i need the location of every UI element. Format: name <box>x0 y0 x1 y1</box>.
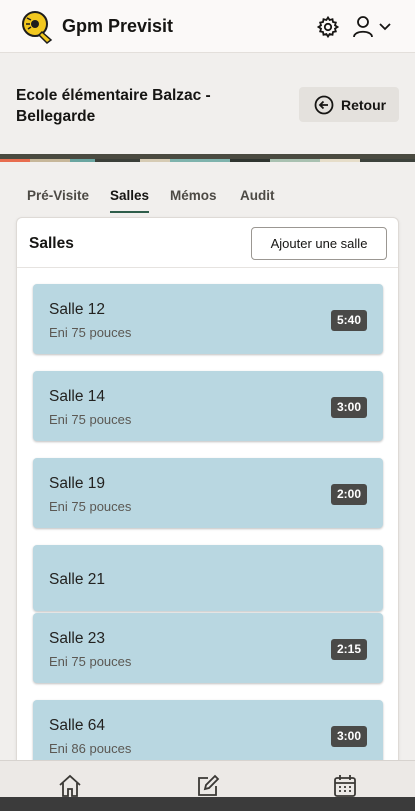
tab-audit[interactable]: Audit <box>240 188 275 211</box>
tab-memos[interactable]: Mémos <box>170 188 217 211</box>
room-name: Salle 19 <box>49 475 106 492</box>
home-icon[interactable] <box>57 773 83 799</box>
user-icon[interactable] <box>352 15 374 39</box>
back-button[interactable]: Retour <box>299 87 399 122</box>
tab-bar: Pré-Visite Salles Mémos Audit <box>0 182 415 216</box>
calendar-icon[interactable] <box>332 773 358 799</box>
duration-badge: 3:00 <box>330 397 367 418</box>
rooms-panel-title: Salles <box>29 235 74 252</box>
chevron-down-icon[interactable] <box>378 22 392 32</box>
banner-pattern <box>0 159 415 162</box>
add-room-button[interactable]: Ajouter une salle <box>251 227 387 260</box>
duration-badge: 3:00 <box>330 726 367 747</box>
room-item[interactable]: Salle 14 Eni 75 pouces 3:00 <box>33 371 383 441</box>
room-subtitle: Eni 75 pouces <box>49 412 132 427</box>
rooms-panel: Salles Ajouter une salle Salle 12 Eni 75… <box>16 217 399 777</box>
tab-pre-visite[interactable]: Pré-Visite <box>27 188 89 211</box>
room-subtitle: Eni 75 pouces <box>49 654 132 669</box>
tab-salles[interactable]: Salles <box>110 188 150 213</box>
room-subtitle: Eni 86 pouces <box>49 741 132 756</box>
room-name: Salle 14 <box>49 388 106 405</box>
room-item[interactable]: Salle 21 <box>33 545 383 611</box>
back-button-label: Retour <box>341 96 387 113</box>
duration-badge: 2:00 <box>330 484 367 505</box>
room-subtitle: Eni 75 pouces <box>49 499 132 514</box>
duration-badge: 5:40 <box>330 310 367 331</box>
app-header: Gpm Previsit <box>0 0 415 53</box>
duration-badge: 2:15 <box>330 639 367 660</box>
measuring-tape-logo-icon <box>22 11 53 44</box>
app-title: Gpm Previsit <box>62 16 174 36</box>
room-name: Salle 23 <box>49 630 106 647</box>
room-item[interactable]: Salle 23 Eni 75 pouces 2:15 <box>33 613 383 683</box>
gear-icon[interactable] <box>316 15 340 39</box>
arrow-left-circle-icon <box>314 95 334 114</box>
room-name: Salle 64 <box>49 717 106 734</box>
page-header: Ecole élémentaire Balzac - Bellegarde Re… <box>0 54 415 154</box>
room-item[interactable]: Salle 19 Eni 75 pouces 2:00 <box>33 458 383 528</box>
room-name: Salle 21 <box>49 571 106 588</box>
decorative-banner <box>0 154 415 162</box>
rooms-panel-header: Salles Ajouter une salle <box>17 218 398 268</box>
room-subtitle: Eni 75 pouces <box>49 325 132 340</box>
room-item[interactable]: Salle 12 Eni 75 pouces 5:40 <box>33 284 383 354</box>
page-title: Ecole élémentaire Balzac - Bellegarde <box>16 87 211 125</box>
edit-icon[interactable] <box>195 773 221 799</box>
room-name: Salle 12 <box>49 301 106 318</box>
system-strip <box>0 797 415 811</box>
